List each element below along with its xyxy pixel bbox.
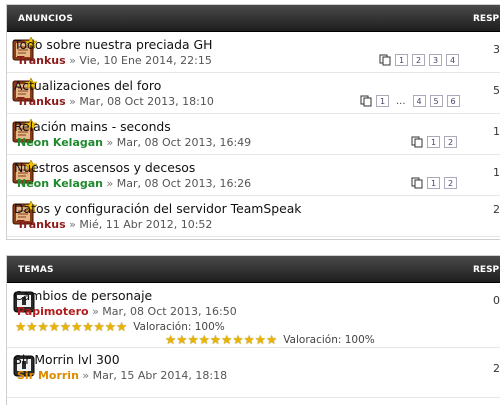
replies-column-header: RESP (473, 265, 500, 275)
star-icon: ★ (15, 319, 27, 334)
page-link[interactable]: 4 (446, 54, 459, 66)
topic-title-link[interactable]: Datos y configuración del servidor TeamS… (14, 201, 302, 216)
pagination: 1... 4 5 6 (360, 95, 460, 107)
star-icon: ★ (265, 332, 278, 347)
announcement-row[interactable]: Actualizaciones del foro Trankus » Mar, 0… (7, 74, 500, 114)
author-link[interactable]: Trankus (17, 95, 66, 108)
topic-meta: Sir Morrin » Mar, 15 Abr 2014, 18:18 (17, 369, 228, 382)
reply-count: 2 (493, 362, 500, 375)
page-link[interactable]: 1 (395, 54, 408, 66)
page-link[interactable]: 2 (444, 136, 457, 148)
reply-count: 0 (493, 294, 500, 307)
reply-count: 3 (493, 43, 500, 56)
author-link[interactable]: Neon Kelagan (17, 136, 103, 149)
page-link[interactable]: 1 (427, 136, 440, 148)
reply-count: 1. (493, 166, 500, 179)
author-link[interactable]: Neon Kelagan (17, 177, 103, 190)
announcement-row[interactable]: Datos y configuración del servidor TeamS… (7, 197, 500, 237)
page-link[interactable]: 1 (376, 95, 389, 107)
reply-count: 54 (493, 84, 500, 97)
pages-icon (411, 177, 423, 189)
announcements-header: ANUNCIOS RESP (7, 5, 500, 32)
star-icon: ★ (209, 332, 222, 347)
rating-label: Valoración: 100% (283, 334, 375, 346)
announcements-title: ANUNCIOS (18, 14, 74, 24)
topic-meta: Trankus » Vie, 10 Ene 2014, 22:15 (17, 54, 212, 67)
page-link[interactable]: 5 (429, 95, 443, 107)
topic-meta: Neon Kelagan » Mar, 08 Oct 2013, 16:49 (17, 136, 252, 149)
author-link[interactable]: Sir Morrin (17, 369, 79, 382)
announcement-row[interactable]: Relación mains - seconds Neon Kelagan » M… (7, 115, 500, 155)
topic-title-link[interactable]: Sir Morrin lvl 300 (14, 352, 120, 367)
star-icon: ★ (48, 319, 60, 334)
topics-header: TEMAS RESP (7, 256, 500, 283)
star-icon: ★ (93, 319, 105, 334)
star-icon: ★ (26, 319, 38, 334)
post-date: Vie, 10 Ene 2014, 22:15 (79, 54, 212, 67)
pages-icon (379, 54, 391, 66)
page-link[interactable]: 6 (446, 95, 460, 107)
author-link[interactable]: Papimotero (17, 305, 89, 318)
post-date: Mar, 08 Oct 2013, 18:10 (79, 95, 214, 108)
post-date: Mar, 15 Abr 2014, 18:18 (92, 369, 228, 382)
page-link[interactable]: 3 (429, 54, 442, 66)
topic-meta: Trankus » Mié, 11 Abr 2012, 10:52 (17, 218, 213, 231)
post-date: Mié, 11 Abr 2012, 10:52 (79, 218, 213, 231)
page-link[interactable]: 1 (427, 177, 440, 189)
topic-title-link[interactable]: Cambios de personaje (14, 288, 152, 303)
pagination: 12 (411, 177, 457, 189)
topic-row[interactable]: Cambios de personaje Papimotero » Mar, 08… (7, 284, 500, 348)
star-icon: ★ (198, 332, 210, 347)
star-icon: ★ (115, 319, 128, 334)
topic-meta: Trankus » Mar, 08 Oct 2013, 18:10 (17, 95, 214, 108)
star-icon: ★ (232, 332, 244, 347)
announcements-section: ANUNCIOS RESP Todo sobre nuestra preciad… (6, 4, 500, 240)
author-link[interactable]: Trankus (17, 54, 66, 67)
topic-title-link[interactable]: Todo sobre nuestra preciada GH (14, 37, 212, 52)
topic-meta: Papimotero » Mar, 08 Oct 2013, 16:50 (17, 305, 237, 318)
reply-count: 16 (493, 125, 500, 138)
post-date: Mar, 08 Oct 2013, 16:26 (116, 177, 252, 190)
topics-title: TEMAS (18, 265, 54, 275)
star-icon: ★ (37, 319, 49, 334)
pagination: 12 (411, 136, 457, 148)
pagination-ellipsis: ... (396, 95, 406, 107)
reply-count: 2 (493, 203, 500, 216)
topic-title-link[interactable]: Nuestros ascensos y decesos (14, 160, 195, 175)
pagination: 1234 (379, 54, 459, 66)
pages-icon (411, 136, 423, 148)
star-icon: ★ (243, 332, 255, 347)
announcement-row[interactable]: Nuestros ascensos y decesos Neon Kelagan … (7, 156, 500, 196)
page-link[interactable]: 4 (412, 95, 426, 107)
author-link[interactable]: Trankus (17, 218, 66, 231)
page-link[interactable]: 2 (412, 54, 425, 66)
topics-section: TEMAS RESP Cambios de personaje Papimoter… (6, 255, 500, 405)
page-link[interactable]: 2 (444, 177, 457, 189)
star-icon: ★ (165, 332, 177, 347)
star-icon: ★ (254, 332, 266, 347)
replies-column-header: RESP (473, 14, 500, 24)
topic-title-link[interactable]: Relación mains - seconds (14, 119, 171, 134)
pages-icon (360, 95, 372, 107)
star-icon: ★ (176, 332, 188, 347)
star-icon: ★ (71, 319, 83, 334)
post-date: Mar, 08 Oct 2013, 16:50 (102, 305, 237, 318)
star-icon: ★ (221, 332, 233, 347)
star-icon: ★ (187, 332, 199, 347)
star-icon: ★ (59, 319, 72, 334)
topic-meta: Neon Kelagan » Mar, 08 Oct 2013, 16:26 (17, 177, 252, 190)
announcement-row[interactable]: Todo sobre nuestra preciada GH Trankus » … (7, 33, 500, 73)
star-icon: ★ (104, 319, 116, 334)
post-date: Mar, 08 Oct 2013, 16:49 (116, 136, 252, 149)
topic-row[interactable]: Sir Morrin lvl 300 Sir Morrin » Mar, 15 A… (7, 348, 500, 398)
topic-title-link[interactable]: Actualizaciones del foro (14, 78, 161, 93)
star-icon: ★ (82, 319, 94, 334)
rating-stars: ★ ★ ★ ★ ★ ★ ★ ★ ★ ★ Valoración: 100% (165, 332, 375, 347)
